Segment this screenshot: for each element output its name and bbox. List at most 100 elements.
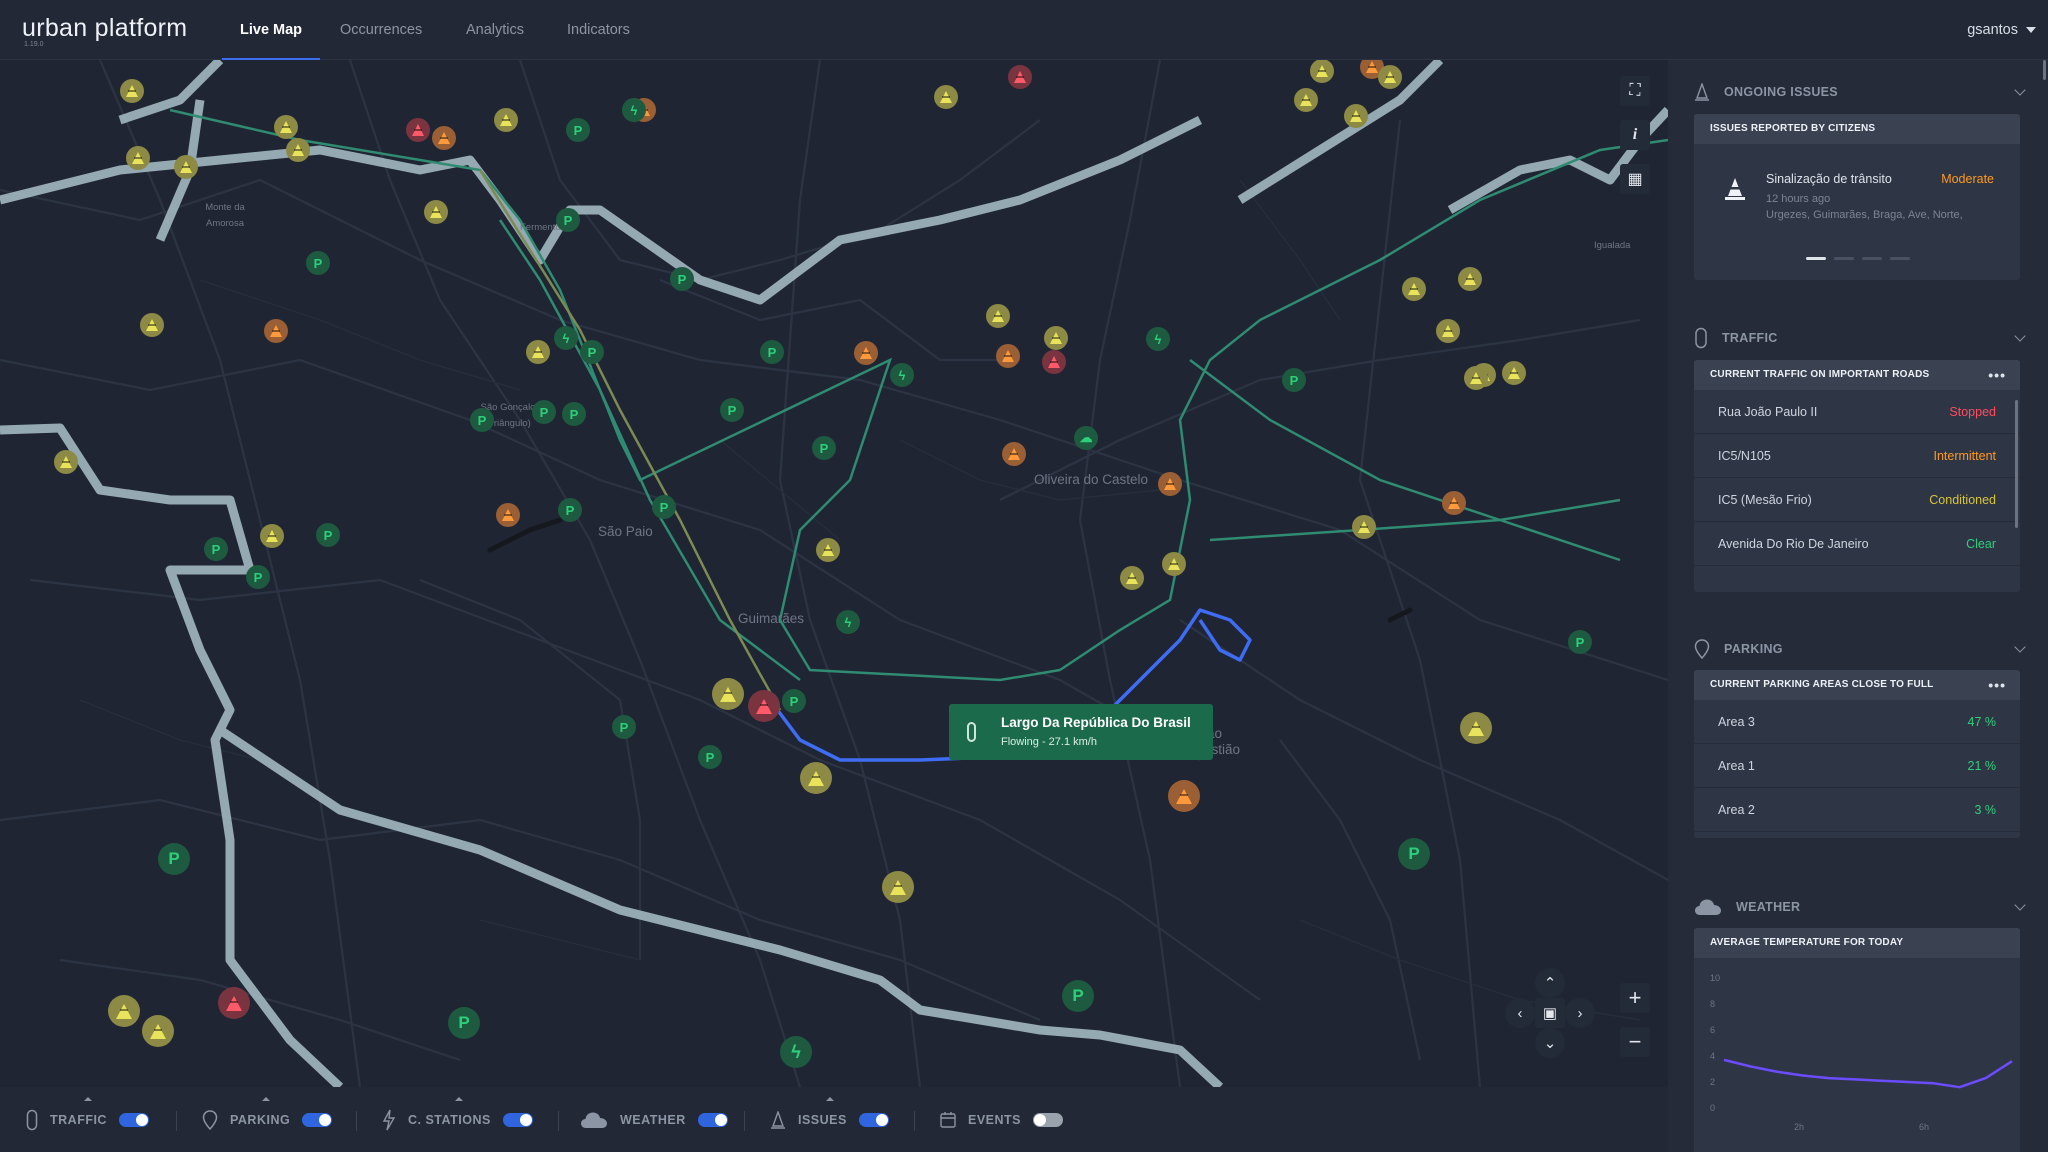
carousel-dot[interactable] bbox=[1862, 257, 1882, 260]
charging-station-pin[interactable]: ϟ bbox=[1146, 327, 1170, 351]
card-scrollbar[interactable] bbox=[2015, 400, 2018, 528]
parking-toggle[interactable] bbox=[302, 1112, 333, 1127]
zoom-out-button[interactable]: − bbox=[1620, 1027, 1650, 1057]
section-traffic[interactable]: TRAFFIC bbox=[1694, 326, 2026, 350]
charging-station-pin[interactable]: ϟ bbox=[780, 1036, 812, 1068]
issue-pin[interactable] bbox=[854, 341, 878, 365]
issue-pin[interactable] bbox=[54, 450, 78, 474]
issue-pin[interactable] bbox=[1458, 267, 1482, 291]
issue-pin[interactable] bbox=[286, 138, 310, 162]
issue-pin[interactable] bbox=[264, 319, 288, 343]
parking-pin-icon[interactable]: P bbox=[720, 398, 744, 422]
parking-pin-icon[interactable]: P bbox=[306, 251, 330, 275]
tab-indicators[interactable]: Indicators bbox=[567, 0, 630, 60]
weather-toggle[interactable] bbox=[697, 1112, 728, 1127]
parking-pin-icon[interactable]: P bbox=[316, 523, 340, 547]
carousel-dot-active[interactable] bbox=[1806, 257, 1826, 260]
issue-pin[interactable] bbox=[1464, 366, 1488, 390]
parking-pin-icon[interactable]: P bbox=[1062, 980, 1094, 1012]
issue-pin[interactable] bbox=[1344, 104, 1368, 128]
issue-pin[interactable] bbox=[1042, 350, 1066, 374]
temperature-chart[interactable]: 10 8 6 4 2 0 2h 6h bbox=[1694, 958, 2020, 1148]
layer-charging-stations[interactable]: C. STATIONS bbox=[382, 1087, 533, 1152]
issue-pin[interactable] bbox=[218, 987, 250, 1019]
parking-pin-icon[interactable]: P bbox=[782, 689, 806, 713]
parking-pin-icon[interactable]: P bbox=[558, 498, 582, 522]
layer-parking[interactable]: PARKING bbox=[202, 1087, 333, 1152]
issue-pin[interactable] bbox=[494, 108, 518, 132]
charging-station-pin[interactable]: ϟ bbox=[836, 610, 860, 634]
issue-pin[interactable] bbox=[140, 313, 164, 337]
issue-pin[interactable] bbox=[1310, 60, 1334, 83]
charging-station-pin[interactable]: ϟ bbox=[890, 363, 914, 387]
pan-right-button[interactable]: › bbox=[1565, 998, 1595, 1028]
parking-pin-icon[interactable]: P bbox=[652, 495, 676, 519]
issue-pin[interactable] bbox=[1502, 361, 1526, 385]
tab-live-map[interactable]: Live Map bbox=[221, 0, 321, 60]
parking-row[interactable]: Area 1 21 % bbox=[1694, 744, 2020, 788]
issue-pin[interactable] bbox=[1294, 88, 1318, 112]
issue-pin[interactable] bbox=[432, 126, 456, 150]
layer-issues[interactable]: ISSUES bbox=[770, 1087, 889, 1152]
parking-pin-icon[interactable]: P bbox=[760, 340, 784, 364]
issue-pin[interactable] bbox=[1002, 442, 1026, 466]
section-parking[interactable]: PARKING bbox=[1694, 637, 2026, 661]
issue-pin[interactable] bbox=[274, 115, 298, 139]
traffic-row[interactable]: IC5/N105 Intermittent bbox=[1694, 434, 2020, 478]
weather-pin[interactable]: ☁ bbox=[1074, 426, 1098, 450]
carousel-dot[interactable] bbox=[1890, 257, 1910, 260]
carousel-dot[interactable] bbox=[1834, 257, 1854, 260]
issue-pin[interactable] bbox=[1442, 491, 1466, 515]
tab-occurrences[interactable]: Occurrences bbox=[340, 0, 422, 60]
pan-up-button[interactable]: ⌃ bbox=[1535, 968, 1565, 998]
issues-toggle[interactable] bbox=[858, 1112, 889, 1127]
section-weather[interactable]: WEATHER bbox=[1694, 895, 2026, 919]
issue-pin[interactable] bbox=[712, 678, 744, 710]
issue-pin[interactable] bbox=[934, 85, 958, 109]
parking-pin-icon[interactable]: P bbox=[612, 715, 636, 739]
traffic-popup[interactable]: Largo Da República Do Brasil Flowing - 2… bbox=[949, 704, 1213, 760]
parking-pin-icon[interactable]: P bbox=[698, 745, 722, 769]
traffic-row[interactable]: Rua João Paulo II Stopped bbox=[1694, 390, 2020, 434]
section-ongoing-issues[interactable]: ONGOING ISSUES bbox=[1694, 80, 2026, 104]
parking-pin-icon[interactable]: P bbox=[448, 1007, 480, 1039]
more-icon[interactable]: ••• bbox=[1988, 670, 2006, 700]
info-button[interactable]: i bbox=[1620, 120, 1650, 150]
issue-pin[interactable] bbox=[800, 762, 832, 794]
issue-pin[interactable] bbox=[1352, 515, 1376, 539]
user-menu[interactable]: gsantos bbox=[1967, 0, 2036, 60]
buildings-button[interactable]: ▦ bbox=[1620, 164, 1650, 194]
panel-scrollbar[interactable] bbox=[2043, 60, 2046, 80]
parking-pin-icon[interactable]: P bbox=[1282, 368, 1306, 392]
events-toggle[interactable] bbox=[1033, 1112, 1064, 1127]
parking-pin-icon[interactable]: P bbox=[246, 565, 270, 589]
parking-pin-icon[interactable]: P bbox=[556, 208, 580, 232]
parking-pin-icon[interactable]: P bbox=[562, 402, 586, 426]
issue-pin[interactable] bbox=[174, 155, 198, 179]
parking-pin-icon[interactable]: P bbox=[566, 118, 590, 142]
issue-name[interactable]: Sinalização de trânsito bbox=[1766, 172, 1892, 186]
issue-pin[interactable] bbox=[816, 538, 840, 562]
layer-weather[interactable]: WEATHER bbox=[580, 1087, 728, 1152]
issue-pin[interactable] bbox=[1044, 326, 1068, 350]
issue-pin[interactable] bbox=[424, 200, 448, 224]
issue-pin[interactable] bbox=[1120, 566, 1144, 590]
parking-row[interactable]: Area 3 47 % bbox=[1694, 700, 2020, 744]
issue-pin[interactable] bbox=[496, 503, 520, 527]
chevron-down-icon[interactable] bbox=[2014, 84, 2026, 96]
chevron-down-icon[interactable] bbox=[2014, 641, 2026, 653]
issue-pin[interactable] bbox=[260, 524, 284, 548]
issue-pin[interactable] bbox=[1008, 65, 1032, 89]
parking-pin-icon[interactable]: P bbox=[812, 436, 836, 460]
pan-down-button[interactable]: ⌄ bbox=[1535, 1028, 1565, 1058]
parking-pin-icon[interactable]: P bbox=[580, 340, 604, 364]
issue-pin[interactable] bbox=[996, 344, 1020, 368]
app-logo[interactable]: urban platform bbox=[22, 14, 187, 43]
issue-pin[interactable] bbox=[1378, 65, 1402, 89]
parking-pin-icon[interactable]: P bbox=[670, 267, 694, 291]
issue-pin[interactable] bbox=[142, 1015, 174, 1047]
chevron-down-icon[interactable] bbox=[2014, 330, 2026, 342]
issue-pin[interactable] bbox=[126, 146, 150, 170]
parking-pin-icon[interactable]: P bbox=[532, 400, 556, 424]
charging-station-pin[interactable]: ϟ bbox=[622, 98, 646, 122]
